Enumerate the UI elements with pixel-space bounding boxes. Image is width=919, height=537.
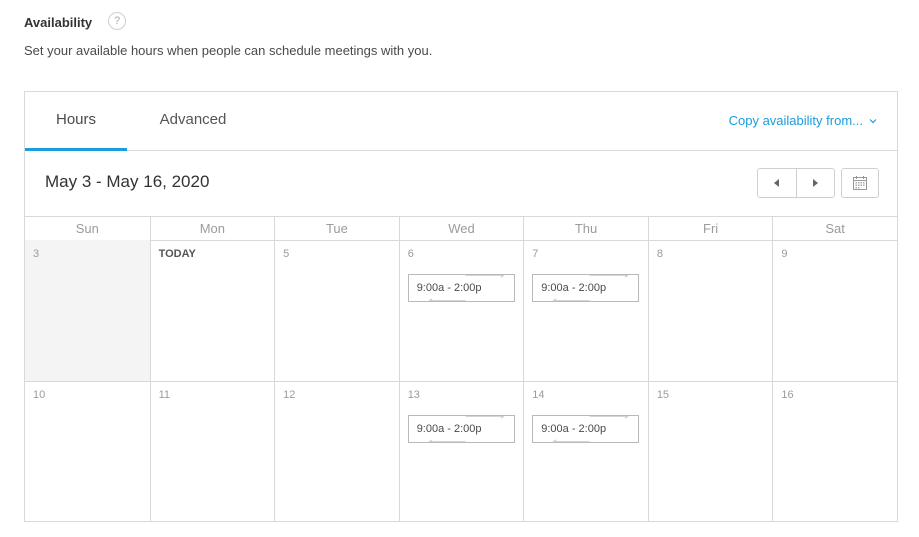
caret-left-icon [773,179,779,187]
page-title: Availability [24,14,93,30]
page-subtitle: Set your available hours when people can… [24,43,433,58]
calendar-day-cell[interactable]: 3 [25,240,150,381]
previous-button[interactable] [758,169,797,197]
copy-availability-label: Copy availability from... [728,113,863,128]
slot-time-label: 9:00a - 2:00p [416,282,482,294]
copy-availability-dropdown[interactable]: Copy availability from... [729,92,877,150]
header: Availability [24,12,92,32]
day-number: 15 [656,389,670,401]
calendar-day-cell[interactable]: 7 9:00a - 2:00p [523,240,648,381]
calendar-day-cell[interactable]: 13 9:00a - 2:00p [398,381,524,521]
chevron-down-icon [869,119,877,124]
slot-time-label: 9:00a - 2:00p [541,423,607,435]
calendar-week: 3 TODAY 5 6 9:00a - 2:00p 7 9:00a - 2:00p 8 9 [25,240,897,382]
calendar-day-cell[interactable]: 9 [772,240,897,381]
availability-slot[interactable]: 9:00a - 2:00p [407,274,515,302]
tab-advanced[interactable]: Advanced [143,92,243,150]
calendar-icon [853,176,867,190]
slot-time-label: 9:00a - 2:00p [416,423,482,435]
weekday-sat: Sat [772,217,897,240]
calendar-day-cell[interactable]: 14 9:00a - 2:00p [523,381,648,521]
weekday-tue: Tue [274,217,399,240]
day-number: 7 [532,248,539,260]
day-number: 10 [33,389,46,401]
calendar-day-cell[interactable]: 8 [647,240,773,381]
tab-bar: Hours Advanced Copy availability from... [25,92,897,151]
availability-slot[interactable]: 9:00a - 2:00p [532,274,640,302]
day-number: 14 [532,389,545,401]
slot-time-label: 9:00a - 2:00p [541,282,607,294]
weekday-wed: Wed [398,217,524,240]
tab-hours[interactable]: Hours [25,92,127,151]
today-label: TODAY [158,248,196,260]
week-navigation [757,168,835,198]
help-icon[interactable]: ? [108,12,126,30]
weekday-header: Sun Mon Tue Wed Thu Fri Sat [25,216,897,241]
day-number: 6 [407,248,414,260]
day-number: 3 [33,248,40,260]
calendar-day-cell[interactable]: 16 [772,381,897,521]
next-button[interactable] [797,169,835,197]
calendar-week: 10 11 12 13 9:00a - 2:00p 14 9:00a - 2:00p 15 16 [25,381,897,521]
day-number: 8 [656,248,663,260]
weekday-thu: Thu [523,217,648,240]
availability-slot[interactable]: 9:00a - 2:00p [407,415,515,443]
calendar-day-cell[interactable]: TODAY [149,240,275,381]
day-number: 11 [158,389,170,401]
calendar-day-cell[interactable]: 12 [274,381,399,521]
day-number: 12 [283,389,296,401]
calendar-day-cell[interactable]: 6 9:00a - 2:00p [398,240,524,381]
day-number: 9 [781,248,788,260]
weekday-mon: Mon [149,217,275,240]
calendar-day-cell[interactable]: 10 [25,381,150,521]
weekday-fri: Fri [647,217,773,240]
day-number: 16 [781,389,794,401]
calendar-day-cell[interactable]: 5 [274,240,399,381]
calendar-picker-button[interactable] [841,168,879,198]
weekday-sun: Sun [75,221,99,236]
day-number: 13 [407,389,420,401]
calendar-day-cell[interactable]: 15 [647,381,773,521]
date-range-title: May 3 - May 16, 2020 [45,172,210,191]
caret-right-icon [813,179,819,187]
availability-slot[interactable]: 9:00a - 2:00p [532,415,640,443]
availability-panel: Hours Advanced Copy availability from...… [24,91,898,522]
calendar-day-cell[interactable]: 11 [149,381,275,521]
day-number: 5 [283,248,290,260]
